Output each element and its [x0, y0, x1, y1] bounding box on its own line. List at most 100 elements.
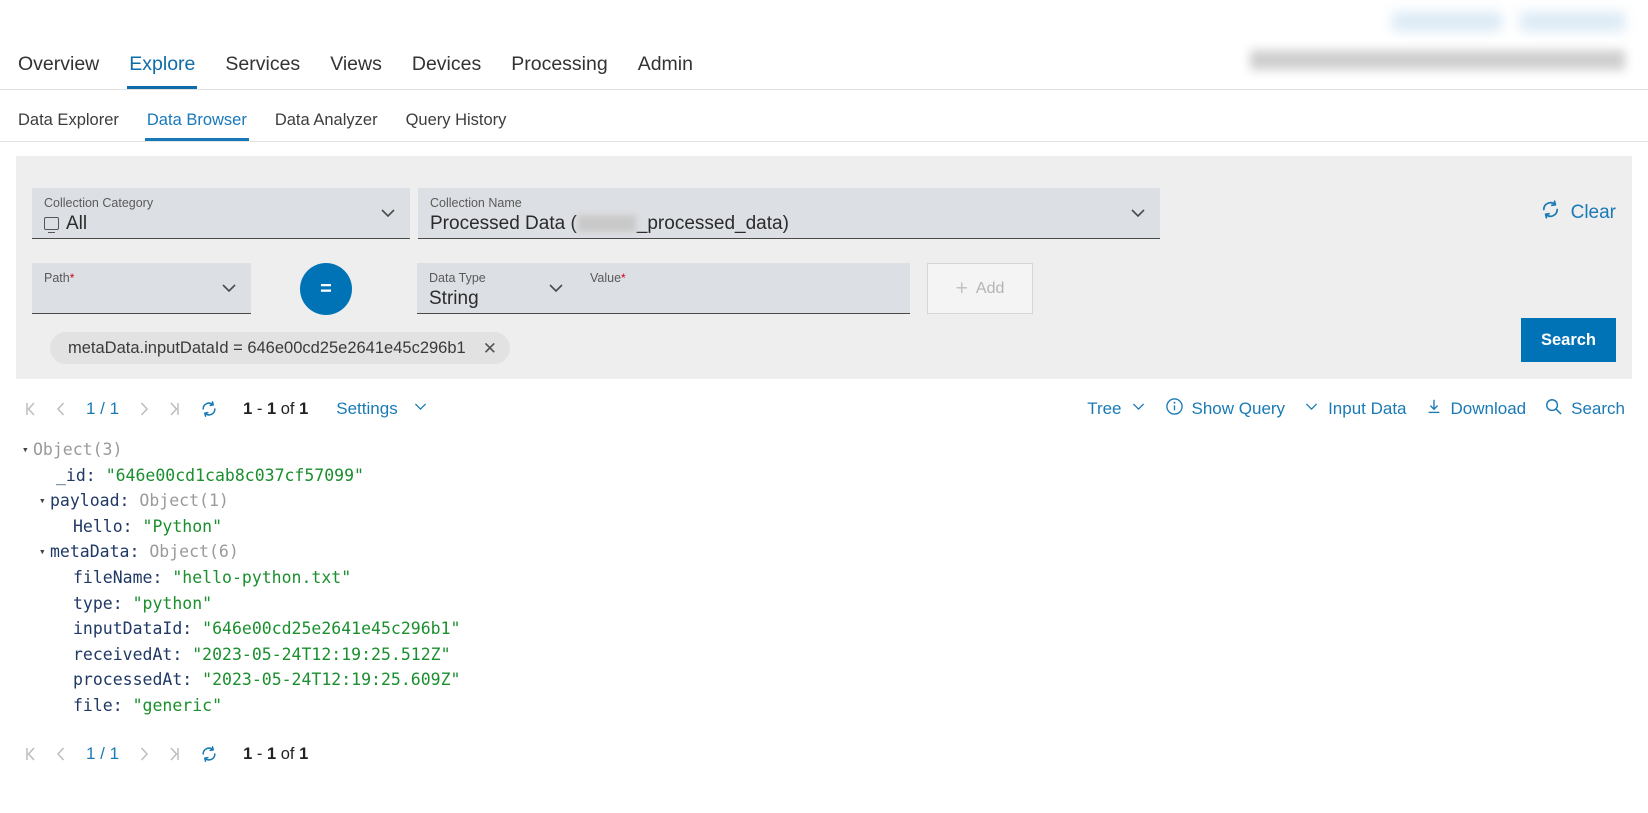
last-page-icon[interactable] — [159, 739, 189, 769]
tree-value: "generic" — [133, 696, 222, 715]
path-required-marker: * — [70, 271, 75, 285]
range-of-label: of — [276, 745, 299, 763]
sub-navigation: Data Explorer Data Browser Data Analyzer… — [0, 90, 1648, 142]
close-icon[interactable]: ✕ — [480, 338, 500, 359]
range-separator: - — [252, 400, 267, 418]
search-button[interactable]: Search — [1521, 318, 1616, 362]
range-of-label: of — [276, 400, 299, 418]
search-icon — [1544, 397, 1563, 421]
download-button[interactable]: Download — [1416, 398, 1536, 421]
input-data-selector[interactable]: Input Data — [1294, 398, 1415, 420]
input-data-label: Input Data — [1328, 399, 1406, 419]
download-icon — [1425, 398, 1443, 421]
chevron-down-icon — [1303, 398, 1320, 420]
value-label-text: Value — [590, 271, 621, 285]
path-label: Path* — [44, 272, 239, 286]
tree-key: receivedAt: — [73, 645, 182, 664]
nav-item-processing[interactable]: Processing — [509, 55, 609, 90]
bottom-pagination: 1 / 1 1 - 1 of 1 — [16, 732, 308, 776]
tree-root-type: Object(3) — [33, 440, 122, 459]
tree-row[interactable]: _id: "646e00cd1cab8c037cf57099" — [22, 463, 1648, 489]
subnav-item-query-history[interactable]: Query History — [404, 112, 509, 142]
filter-chip-label: metaData.inputDataId = 646e00cd25e2641e4… — [68, 339, 466, 358]
range-start: 1 — [243, 400, 252, 418]
download-label: Download — [1451, 399, 1527, 419]
nav-item-services[interactable]: Services — [223, 55, 302, 90]
nav-item-admin[interactable]: Admin — [636, 55, 695, 90]
nav-item-explore[interactable]: Explore — [127, 55, 197, 90]
range-end: 1 — [267, 745, 276, 763]
tree-row[interactable]: ▾metaData: Object(6) — [22, 539, 1648, 565]
tree-row[interactable]: fileName: "hello-python.txt" — [22, 565, 1648, 591]
subnav-item-data-browser[interactable]: Data Browser — [145, 112, 249, 142]
data-type-value: String — [429, 287, 566, 311]
subnav-item-data-analyzer[interactable]: Data Analyzer — [273, 112, 380, 142]
tree-row[interactable]: ▾payload: Object(1) — [22, 488, 1648, 514]
tree-row[interactable]: processedAt: "2023-05-24T12:19:25.609Z" — [22, 667, 1648, 693]
tree-key: Hello: — [73, 517, 133, 536]
tree-key: metaData: — [50, 542, 139, 561]
search-button-label: Search — [1541, 331, 1596, 350]
data-type-select[interactable]: Data Type String — [417, 263, 578, 314]
tree-type: Object(6) — [149, 542, 238, 561]
json-tree-viewer: ▾Object(3) _id: "646e00cd1cab8c037cf5709… — [0, 437, 1648, 719]
redacted-tenant-name — [578, 215, 636, 232]
settings-button[interactable]: Settings — [336, 398, 428, 420]
value-required-marker: * — [621, 271, 626, 285]
search-results-label: Search — [1571, 399, 1625, 419]
collection-category-select[interactable]: Collection Category All — [32, 188, 410, 239]
tree-row[interactable]: Hello: "Python" — [22, 514, 1648, 540]
last-page-icon[interactable] — [159, 394, 189, 424]
expand-caret-icon[interactable]: ▾ — [39, 539, 50, 565]
expand-caret-icon[interactable]: ▾ — [22, 437, 33, 463]
show-query-button[interactable]: Show Query — [1156, 397, 1295, 421]
tree-row[interactable]: inputDataId: "646e00cd25e2641e45c296b1" — [22, 616, 1648, 642]
nav-item-overview[interactable]: Overview — [16, 55, 101, 90]
page-indicator[interactable]: 1 / 1 — [76, 744, 129, 764]
refresh-results-icon[interactable] — [193, 739, 225, 769]
nav-item-devices[interactable]: Devices — [410, 55, 483, 90]
top-pagination: 1 / 1 1 - 1 of 1 Settings — [16, 387, 429, 431]
nav-item-views[interactable]: Views — [328, 55, 384, 90]
tree-value: "hello-python.txt" — [172, 568, 351, 587]
range-separator: - — [252, 745, 267, 763]
tree-key: payload: — [50, 491, 129, 510]
redacted-header-link-2 — [1520, 12, 1625, 31]
value-input[interactable]: Value* — [578, 263, 910, 314]
previous-page-icon[interactable] — [46, 394, 76, 424]
tree-row[interactable]: type: "python" — [22, 591, 1648, 617]
collection-name-select[interactable]: Collection Name Processed Data ( _proces… — [418, 188, 1160, 239]
tree-row[interactable]: receivedAt: "2023-05-24T12:19:25.512Z" — [22, 642, 1648, 668]
refresh-results-icon[interactable] — [193, 394, 225, 424]
first-page-icon[interactable] — [16, 394, 46, 424]
tree-view-selector[interactable]: Tree — [1078, 398, 1155, 420]
tree-key: inputDataId: — [73, 619, 192, 638]
first-page-icon[interactable] — [16, 739, 46, 769]
query-panel: Collection Category All Collection Name … — [16, 156, 1632, 379]
tree-key: file: — [73, 696, 123, 715]
previous-page-icon[interactable] — [46, 739, 76, 769]
range-total: 1 — [299, 745, 308, 763]
result-range: 1 - 1 of 1 — [243, 745, 308, 764]
filter-chip[interactable]: metaData.inputDataId = 646e00cd25e2641e4… — [50, 332, 510, 364]
expand-caret-icon[interactable]: ▾ — [39, 488, 50, 514]
tree-value: "Python" — [143, 517, 222, 536]
refresh-icon — [1539, 198, 1562, 227]
bottom-toolbar: 1 / 1 1 - 1 of 1 — [0, 729, 1648, 779]
subnav-item-data-explorer[interactable]: Data Explorer — [16, 112, 121, 142]
tree-row[interactable]: file: "generic" — [22, 693, 1648, 719]
add-filter-button[interactable]: + Add — [927, 263, 1033, 314]
search-results-button[interactable]: Search — [1535, 397, 1634, 421]
range-start: 1 — [243, 745, 252, 763]
next-page-icon[interactable] — [129, 394, 159, 424]
next-page-icon[interactable] — [129, 739, 159, 769]
operator-equals-button[interactable]: = — [300, 263, 352, 315]
page-indicator[interactable]: 1 / 1 — [76, 399, 129, 419]
collection-category-value-row: All — [44, 212, 398, 236]
tree-value: "646e00cd1cab8c037cf57099" — [106, 466, 364, 485]
path-select[interactable]: Path* — [32, 263, 251, 314]
tree-row-root[interactable]: ▾Object(3) — [22, 437, 1648, 463]
clear-button[interactable]: Clear — [1539, 198, 1616, 227]
redacted-header-text — [1250, 50, 1625, 70]
collection-category-value: All — [66, 212, 87, 236]
